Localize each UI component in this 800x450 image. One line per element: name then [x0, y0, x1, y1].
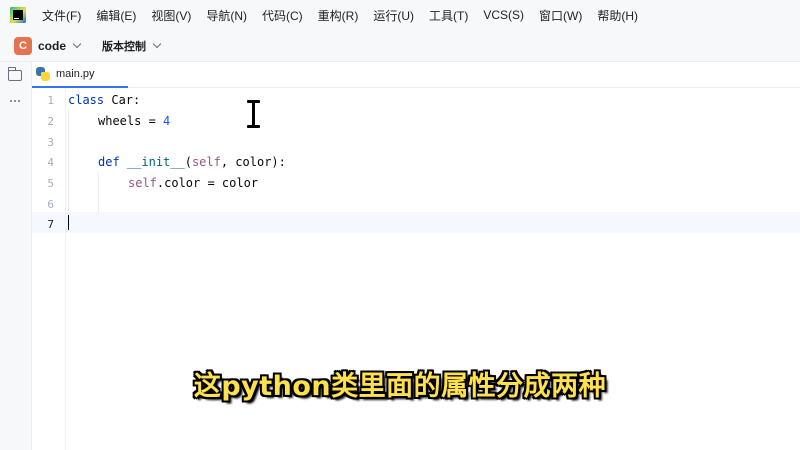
line-number: 2: [47, 115, 54, 128]
current-line-highlight: [32, 212, 800, 233]
code-line-4: def __init__(self, color):: [98, 152, 286, 173]
code-text: (: [184, 155, 192, 169]
more-tools-icon[interactable]: [10, 100, 20, 102]
code-text: wheels =: [98, 114, 164, 128]
function-token: __init__: [126, 155, 185, 169]
code-line-5: self.color = color: [128, 173, 258, 194]
menu-view[interactable]: 视图(V): [151, 7, 191, 24]
menu-help[interactable]: 帮助(H): [597, 7, 638, 24]
self-token: self: [128, 176, 157, 190]
menu-file[interactable]: 文件(F): [42, 7, 81, 24]
text-cursor-icon: [247, 100, 260, 128]
video-subtitle: 这python类里面的属性分成两种: [193, 371, 607, 402]
number-token: 4: [163, 114, 171, 128]
menu-code[interactable]: 代码(C): [262, 7, 303, 24]
menu-tools[interactable]: 工具(T): [429, 7, 468, 24]
menu-bar: 文件(F) 编辑(E) 视图(V) 导航(N) 代码(C) 重构(R) 运行(U…: [0, 0, 800, 30]
keyword-token: def: [98, 155, 120, 169]
text-caret: [68, 215, 69, 230]
indent-guide: [98, 173, 99, 212]
menu-run[interactable]: 运行(U): [373, 7, 414, 24]
chevron-down-icon[interactable]: [152, 39, 162, 49]
indent-guide: [68, 110, 69, 212]
code-text: Car:: [104, 93, 141, 107]
line-number: 6: [47, 198, 54, 211]
editor-tab-bar: main.py: [32, 62, 800, 88]
code-text: .color = color: [156, 176, 259, 190]
project-badge[interactable]: C: [14, 36, 32, 55]
line-number: 3: [47, 136, 54, 149]
pycharm-logo-icon[interactable]: [10, 7, 26, 23]
line-number-current: 7: [47, 218, 54, 231]
menu-navigate[interactable]: 导航(N): [206, 7, 247, 24]
line-number: 5: [47, 177, 54, 190]
python-file-icon: [36, 67, 50, 81]
line-number: 4: [47, 156, 54, 169]
code-line-1: class Car:: [68, 90, 140, 111]
tab-main-py[interactable]: main.py: [32, 62, 128, 88]
menu-edit[interactable]: 编辑(E): [96, 7, 136, 24]
menu-window[interactable]: 窗口(W): [539, 7, 582, 24]
keyword-token: class: [68, 93, 105, 107]
project-name[interactable]: code: [38, 39, 66, 53]
vcs-widget-label[interactable]: 版本控制: [102, 38, 146, 54]
project-toolbar: C code 版本控制: [0, 30, 800, 62]
menu-refactor[interactable]: 重构(R): [318, 7, 359, 24]
line-number: 1: [47, 94, 54, 107]
self-token: self: [191, 155, 221, 169]
chevron-down-icon[interactable]: [72, 39, 82, 49]
code-line-2: wheels = 4: [98, 111, 170, 132]
project-folder-icon[interactable]: [8, 67, 22, 81]
menu-vcs[interactable]: VCS(S): [483, 8, 524, 22]
code-text: , color):: [220, 155, 286, 169]
tab-label: main.py: [56, 68, 95, 80]
